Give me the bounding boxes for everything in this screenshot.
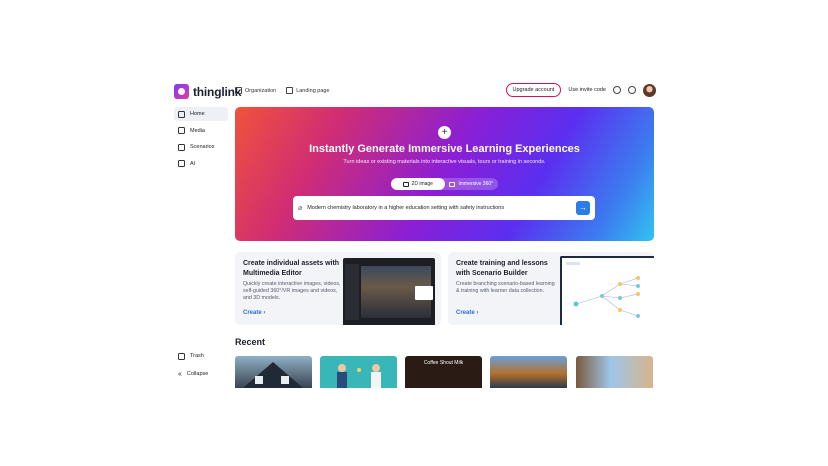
logo-icon: [174, 84, 189, 99]
card-create-link[interactable]: Create ›: [243, 310, 265, 316]
hero-title: Instantly Generate Immersive Learning Ex…: [309, 143, 580, 155]
media-icon: [178, 127, 185, 134]
paperclip-icon[interactable]: ⌀: [298, 204, 302, 212]
double-chevron-left-icon: «: [178, 370, 182, 378]
panorama-icon: [449, 181, 456, 187]
toggle-immersive-360[interactable]: Immersive 360°: [445, 178, 499, 190]
sidebar-item-label: Media: [190, 127, 205, 134]
organization-icon: [235, 87, 242, 94]
editor-panel-graphic: [345, 264, 359, 320]
recent-item[interactable]: Coffee Shout Milk: [405, 356, 482, 388]
scenario-graph-graphic: [566, 262, 640, 318]
sidebar-bottom: Trash « Collapse: [174, 349, 228, 384]
hero-banner: + Instantly Generate Immersive Learning …: [235, 107, 654, 241]
upgrade-account-button[interactable]: Upgrade account: [505, 83, 562, 97]
plus-icon[interactable]: +: [438, 126, 451, 139]
nav-landing-page-label: Landing page: [296, 87, 330, 94]
editor-popup-graphic: [415, 286, 433, 300]
illustration-thumbnail: [337, 364, 381, 388]
top-right-actions: Upgrade account Use invite code: [505, 83, 656, 97]
send-button[interactable]: →: [576, 201, 590, 215]
gear-icon[interactable]: [628, 86, 636, 94]
logo[interactable]: thinglink: [174, 84, 241, 99]
toggle-label: 2D image: [411, 181, 433, 187]
multimedia-editor-preview: [343, 258, 435, 325]
sidebar-item-scenarios[interactable]: Scenarios: [174, 140, 228, 154]
sidebar-item-label: AI: [190, 160, 196, 167]
logo-text: thinglink: [193, 84, 242, 99]
recent-item[interactable]: [235, 356, 312, 388]
ai-icon: [178, 160, 185, 167]
recent-item[interactable]: [320, 356, 397, 388]
prompt-text[interactable]: Modern chemistry laboratory in a higher …: [307, 205, 571, 211]
top-nav: Organization Landing page: [235, 87, 330, 94]
nav-organization-label: Organization: [245, 87, 277, 94]
nav-landing-page[interactable]: Landing page: [286, 87, 330, 94]
card-scenario-builder: Create training and lessons with Scenari…: [448, 252, 654, 325]
trash-icon: [178, 352, 185, 360]
hero-subtitle: Turn ideas or existing materials into in…: [343, 159, 546, 165]
sidebar-item-label: Trash: [190, 353, 204, 359]
avatar[interactable]: [643, 83, 656, 97]
toggle-label: Immersive 360°: [458, 181, 494, 187]
create-label: Create: [243, 310, 262, 316]
chevron-right-icon: ›: [476, 310, 479, 316]
create-label: Create: [456, 310, 475, 316]
house-thumbnail: [243, 362, 303, 388]
card-multimedia-editor: Create individual assets with Multimedia…: [235, 252, 441, 325]
scenario-builder-preview: [560, 256, 654, 325]
card-title: Create individual assets with Multimedia…: [243, 260, 340, 277]
sidebar-item-trash[interactable]: Trash: [174, 349, 228, 363]
invite-code-link[interactable]: Use invite code: [568, 87, 606, 93]
scenarios-icon: [178, 143, 185, 151]
card-title: Create training and lessons with Scenari…: [456, 260, 548, 277]
sidebar-item-label: Collapse: [186, 371, 209, 377]
landing-page-icon: [286, 87, 294, 94]
sidebar-item-label: Scenarios: [190, 144, 215, 150]
toggle-2d-image[interactable]: 2D image: [391, 178, 445, 190]
card-description: Quickly create interactive images, video…: [243, 281, 341, 301]
recent-item[interactable]: [576, 356, 653, 388]
sidebar-item-home[interactable]: Home: [174, 107, 228, 121]
nav-organization[interactable]: Organization: [235, 87, 276, 94]
sidebar-item-label: Home: [190, 111, 205, 117]
card-create-link[interactable]: Create ›: [456, 310, 478, 316]
sidebar-item-media[interactable]: Media: [174, 124, 228, 138]
coffee-menu-caption: Coffee Shout Milk: [423, 360, 464, 366]
sidebar: Home Media Scenarios AI: [174, 107, 228, 173]
sidebar-item-ai[interactable]: AI: [174, 157, 228, 171]
prompt-input[interactable]: ⌀ Modern chemistry laboratory in a highe…: [293, 196, 595, 220]
mode-toggle: 2D image Immersive 360°: [391, 178, 498, 190]
recent-item[interactable]: [490, 356, 567, 388]
top-bar: thinglink Organization Landing page Upgr…: [174, 82, 656, 104]
home-icon: [178, 110, 185, 118]
card-description: Create branching scenario-based learning…: [456, 281, 555, 294]
sidebar-collapse-button[interactable]: « Collapse: [174, 367, 228, 381]
recent-title: Recent: [235, 337, 266, 347]
image-icon: [402, 181, 409, 187]
chevron-right-icon: ›: [263, 310, 266, 316]
graduation-cap-icon[interactable]: [613, 86, 621, 94]
